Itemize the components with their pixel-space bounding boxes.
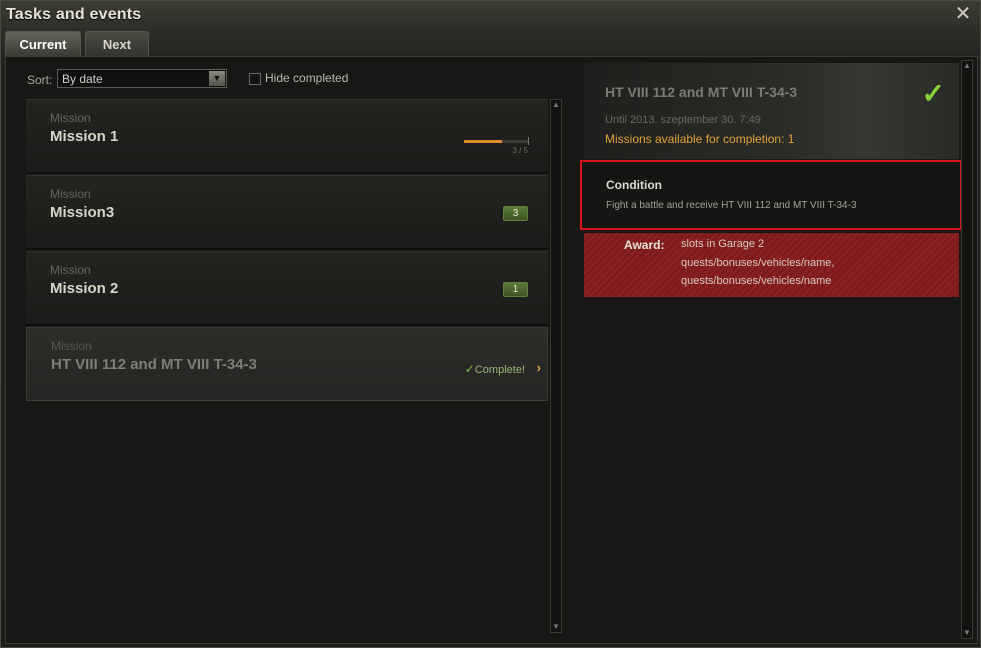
- scroll-down-icon[interactable]: ▼: [963, 629, 971, 637]
- list-item[interactable]: Mission Mission 2 1: [26, 251, 548, 325]
- chevron-down-icon[interactable]: ▼: [209, 71, 225, 86]
- mission-name: Mission 1: [50, 128, 119, 145]
- mission-category: Mission: [50, 263, 91, 277]
- complete-status-text: Complete!: [474, 364, 525, 376]
- content-panel: Sort: By date ▼ Hide completed Mission M…: [5, 56, 978, 644]
- list-item-selected[interactable]: Mission HT VIII 112 and MT VIII T-34-3 ✓…: [26, 327, 548, 401]
- detail-scrollbar[interactable]: ▲ ▼: [961, 60, 973, 639]
- award-label: Award:: [624, 238, 665, 252]
- close-icon[interactable]: ✕: [954, 4, 972, 24]
- mission-count-badge: 3: [503, 206, 528, 221]
- mission-progress-fill: [464, 140, 503, 143]
- detail-title: HT VIII 112 and MT VIII T-34-3: [605, 84, 798, 100]
- mission-name: Mission3: [50, 204, 115, 221]
- mission-progress-text: 3 / 5: [512, 146, 528, 155]
- mission-name: HT VIII 112 and MT VIII T-34-3: [51, 356, 257, 373]
- window-title: Tasks and events: [6, 6, 142, 23]
- mission-progress-bar: [464, 137, 529, 145]
- sort-dropdown[interactable]: By date ▼: [57, 69, 227, 88]
- condition-text: Fight a battle and receive HT VIII 112 a…: [606, 200, 857, 211]
- hide-completed-label[interactable]: Hide completed: [265, 71, 348, 85]
- mission-name: Mission 2: [50, 280, 119, 297]
- tab-current[interactable]: Current: [5, 31, 81, 56]
- complete-status: ✓Complete!: [465, 362, 525, 376]
- checkmark-icon: ✓: [464, 362, 475, 376]
- completed-checkmark-icon: ✓: [921, 78, 945, 109]
- award-item: slots in Garage 2: [681, 238, 765, 250]
- mission-category: Mission: [50, 111, 91, 125]
- condition-title: Condition: [606, 178, 662, 192]
- scroll-up-icon[interactable]: ▲: [963, 62, 971, 70]
- detail-available: Missions available for completion: 1: [605, 132, 795, 146]
- award-section: Award: slots in Garage 2 quests/bonuses/…: [584, 233, 959, 297]
- condition-box: Condition Fight a battle and receive HT …: [580, 160, 962, 230]
- tab-next[interactable]: Next: [85, 31, 149, 56]
- detail-header: HT VIII 112 and MT VIII T-34-3 ✓ Until 2…: [584, 63, 959, 159]
- list-scrollbar[interactable]: ▲ ▼: [550, 99, 562, 633]
- detail-deadline: Until 2013. szeptember 30. 7:49: [605, 114, 761, 126]
- award-item: quests/bonuses/vehicles/name: [681, 275, 832, 287]
- mission-category: Mission: [51, 339, 92, 353]
- scroll-down-icon[interactable]: ▼: [552, 623, 560, 631]
- chevron-right-icon[interactable]: ›: [537, 360, 541, 375]
- award-item: quests/bonuses/vehicles/name,: [681, 257, 835, 269]
- scroll-up-icon[interactable]: ▲: [552, 101, 560, 109]
- tasks-window: Tasks and events ✕ Current Next Sort: By…: [0, 0, 981, 648]
- sort-label: Sort:: [27, 73, 53, 87]
- mission-category: Mission: [50, 187, 91, 201]
- progress-end-tick: [528, 137, 529, 145]
- list-item[interactable]: Mission Mission 1 3 / 5: [26, 99, 548, 173]
- hide-completed-checkbox[interactable]: [249, 73, 261, 85]
- list-item[interactable]: Mission Mission3 3: [26, 175, 548, 249]
- sort-dropdown-value: By date: [62, 72, 103, 86]
- mission-detail-panel: HT VIII 112 and MT VIII T-34-3 ✓ Until 2…: [580, 63, 962, 639]
- mission-count-badge: 1: [503, 282, 528, 297]
